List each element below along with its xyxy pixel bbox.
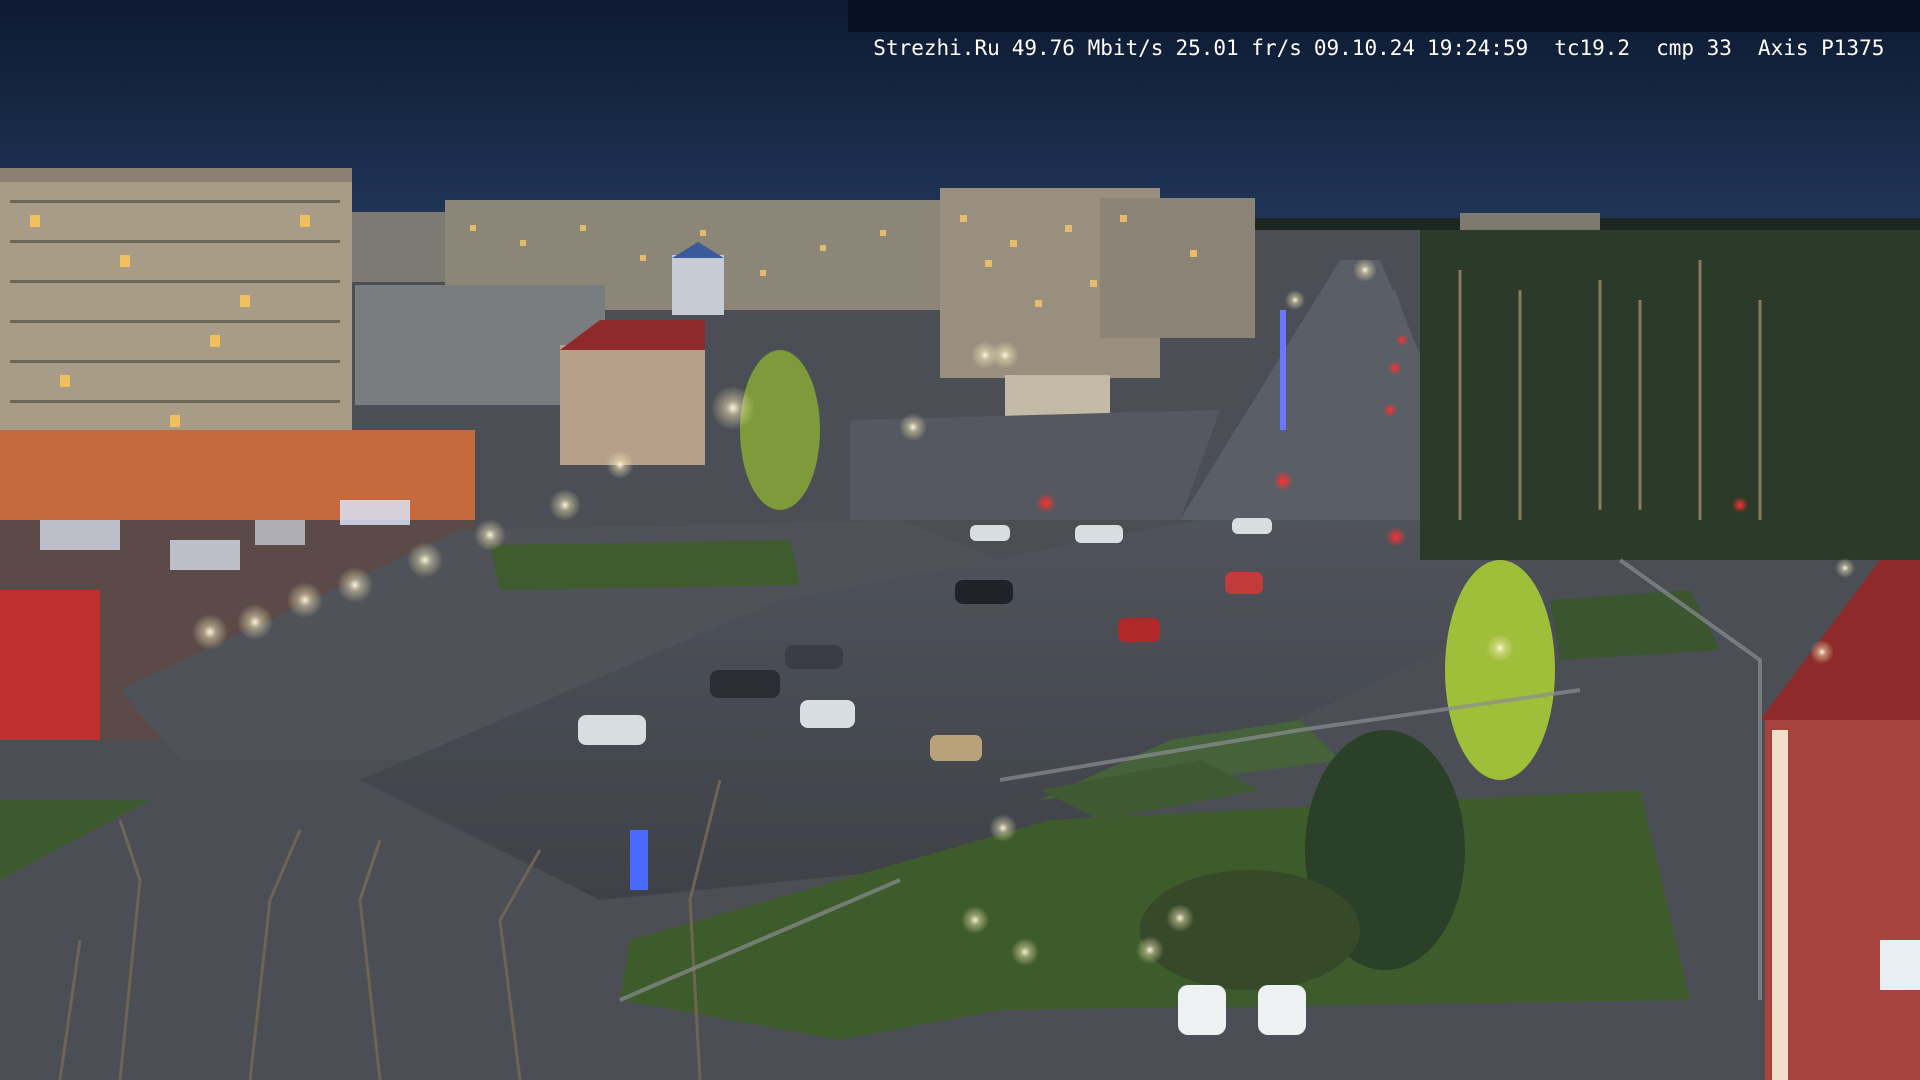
date-readout: 09.10.24	[1313, 36, 1416, 60]
lawn-right-1	[1550, 590, 1720, 660]
camera-model: Axis P1375	[1757, 36, 1885, 60]
small-blue-tower	[672, 255, 724, 315]
site-name: Strezhi.Ru	[873, 36, 1000, 60]
bitrate-readout: 49.76 Mbit/s	[1011, 36, 1164, 60]
compression-readout: cmp 33	[1656, 36, 1732, 60]
webcam-scene	[0, 0, 1920, 1080]
camera-info-overlay: Strezhi.Ru 49.76 Mbit/s 25.01 fr/s 09.10.24…	[848, 0, 1920, 60]
time-readout: 19:24:59	[1427, 36, 1529, 60]
framerate-readout: 25.01 fr/s	[1175, 36, 1302, 60]
tc-readout: tc19.2	[1554, 36, 1631, 60]
tree-center	[740, 350, 820, 510]
red-roof-building	[560, 345, 705, 465]
birch-tree	[1445, 560, 1555, 780]
low-pavilion	[1005, 375, 1110, 420]
led-decoration	[1280, 310, 1286, 430]
led-decoration-2	[630, 830, 648, 890]
trees-right	[1420, 230, 1920, 560]
lawn-left	[490, 540, 800, 590]
